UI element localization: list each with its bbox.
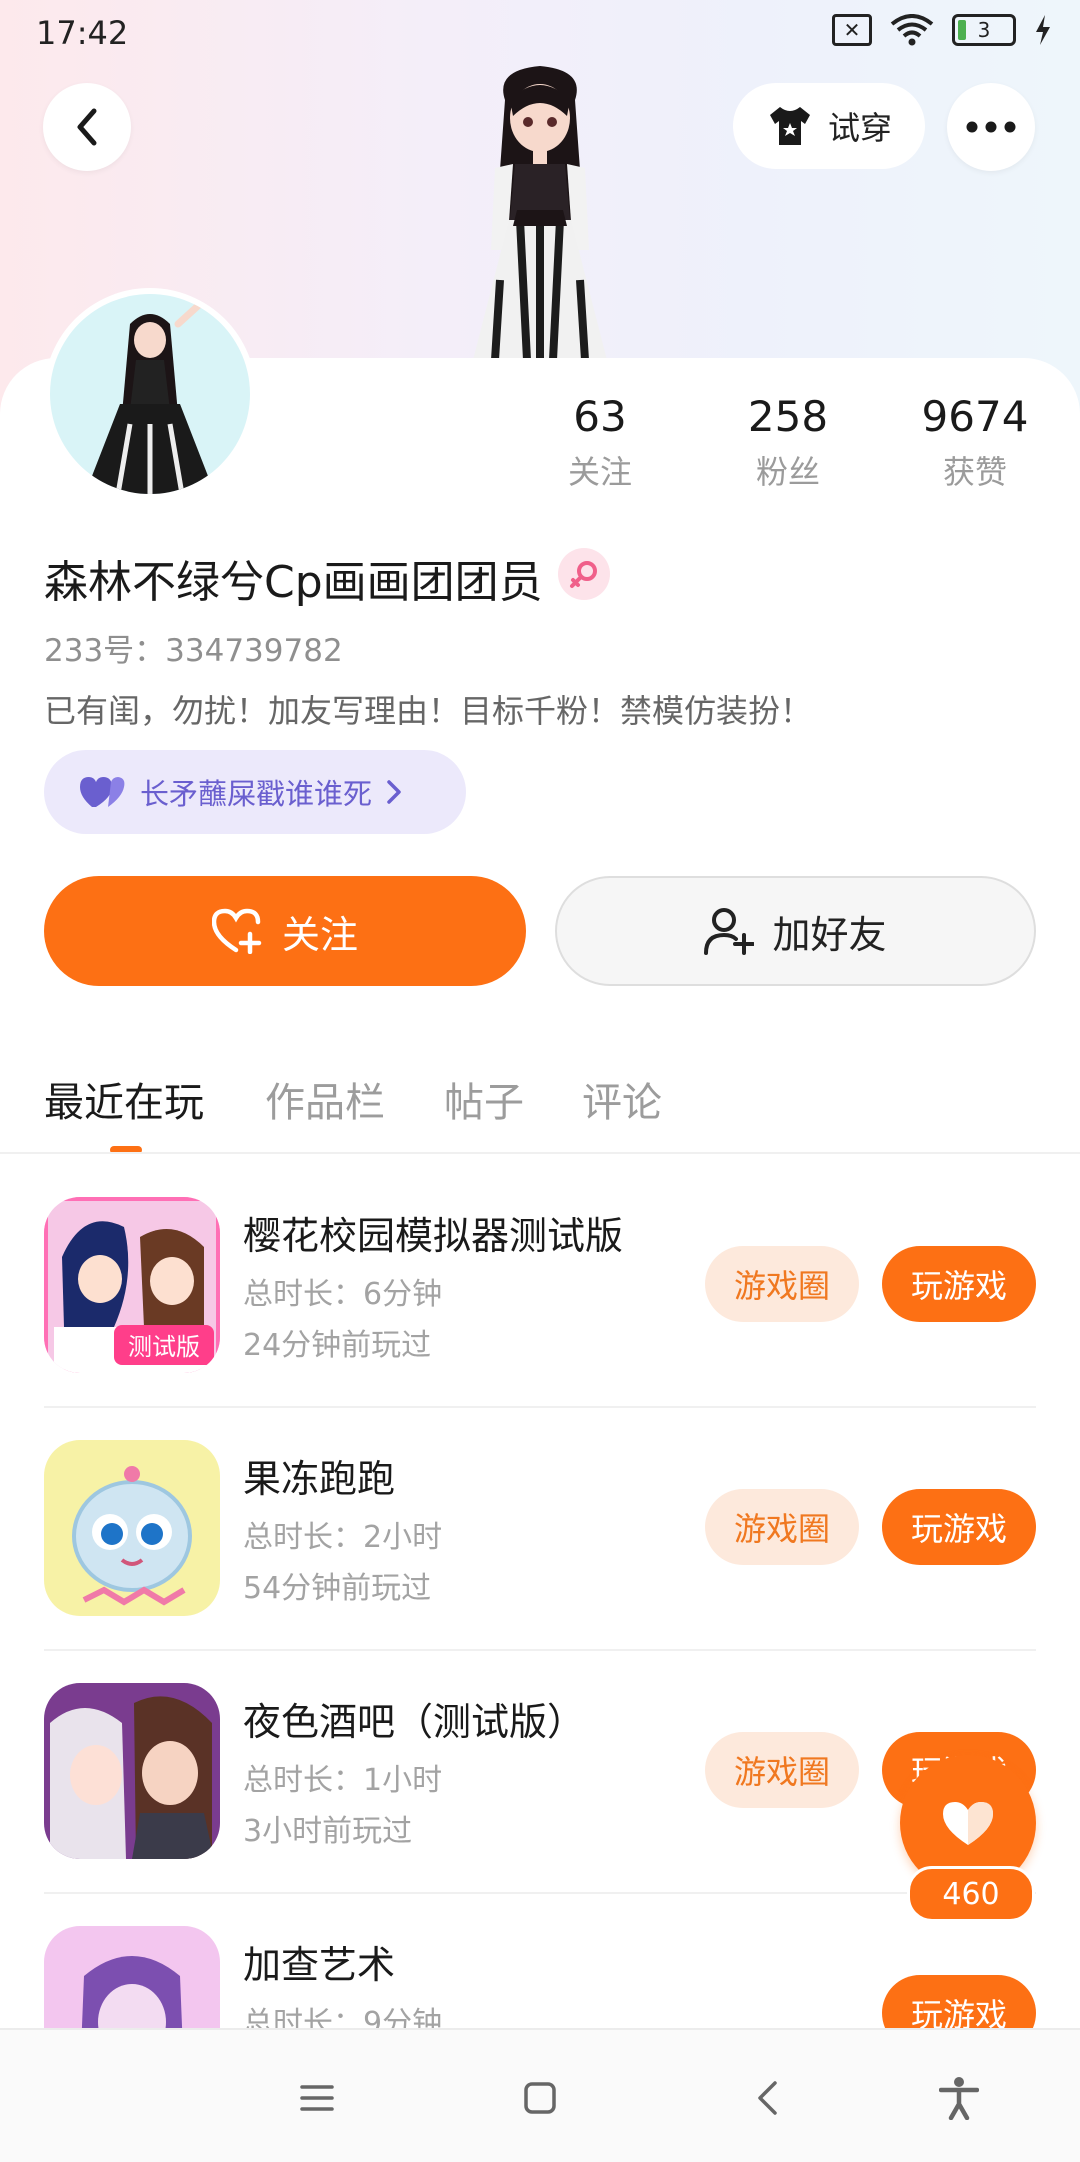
tab-comments[interactable]: 评论 bbox=[582, 1070, 662, 1128]
profile-tabs: 最近在玩 作品栏 帖子 评论 bbox=[0, 1060, 1080, 1154]
stat-likes-value: 9674 bbox=[921, 392, 1029, 441]
stat-fans-label: 粉丝 bbox=[755, 453, 820, 491]
avatar-figure-icon bbox=[85, 300, 215, 494]
stat-following[interactable]: 63 关注 bbox=[510, 392, 690, 493]
game-title: 樱花校园模拟器测试版 bbox=[243, 1214, 624, 1258]
user-id: 233号：334739782 bbox=[44, 633, 343, 669]
stat-following-label: 关注 bbox=[567, 453, 632, 491]
follow-label: 关注 bbox=[281, 912, 358, 957]
game-duration: 总时长：9分钟 bbox=[243, 2006, 443, 2028]
avatar[interactable] bbox=[44, 288, 256, 500]
heart-plus-icon bbox=[211, 908, 262, 954]
triangle-back-icon bbox=[758, 2081, 777, 2115]
status-bar: 17:42 ✕ 3 bbox=[0, 0, 1080, 66]
back-button[interactable] bbox=[43, 83, 131, 171]
tab-works[interactable]: 作品栏 bbox=[265, 1070, 385, 1128]
game-duration: 总时长：1小时 bbox=[243, 1763, 443, 1798]
game-icon-gacha-art bbox=[44, 1926, 220, 2028]
home-square-icon bbox=[524, 2082, 556, 2114]
avatar-3d-figure bbox=[473, 66, 607, 360]
game-last-played: 3小时前玩过 bbox=[243, 1814, 413, 1849]
sim-off-icon: ✕ bbox=[832, 14, 872, 46]
game-title: 夜色酒吧（测试版） bbox=[243, 1700, 586, 1744]
stat-fans-value: 258 bbox=[747, 392, 829, 441]
play-game-button[interactable]: 玩游戏 bbox=[882, 1489, 1036, 1565]
status-time: 17:42 bbox=[36, 14, 129, 52]
back-nav-button[interactable] bbox=[737, 2068, 797, 2128]
game-icon-jelly bbox=[44, 1440, 220, 1616]
game-circle-button[interactable]: 游戏圈 bbox=[705, 1246, 859, 1322]
menu-icon bbox=[300, 2085, 334, 2111]
game-icon-sakura: 测试版 bbox=[44, 1197, 220, 1373]
username: 森林不绿兮Cp画画团团员 bbox=[44, 557, 543, 608]
status-icons: ✕ 3 bbox=[832, 14, 1052, 46]
battery-icon: 3 bbox=[952, 14, 1016, 46]
menu-nav-button[interactable] bbox=[287, 2068, 347, 2128]
relation-badge[interactable]: 长矛蘸屎戳谁谁死 bbox=[44, 750, 466, 834]
charging-icon bbox=[1036, 15, 1050, 45]
add-friend-label: 加好友 bbox=[772, 912, 887, 957]
stat-following-value: 63 bbox=[573, 392, 627, 441]
tshirt-icon bbox=[769, 107, 810, 145]
female-gender-icon bbox=[558, 548, 610, 600]
play-game-button[interactable]: 玩游戏 bbox=[882, 1246, 1036, 1322]
stat-fans[interactable]: 258 粉丝 bbox=[698, 392, 878, 493]
like-count: 460 bbox=[907, 1866, 1035, 1922]
game-last-played: 54分钟前玩过 bbox=[243, 1571, 432, 1606]
battery-level: 3 bbox=[977, 18, 991, 42]
bio: 已有闺，勿扰！加友写理由！目标千粉！禁模仿装扮！ bbox=[44, 692, 813, 730]
chevron-right-icon bbox=[387, 780, 401, 804]
try-on-button[interactable]: 试穿 bbox=[733, 83, 925, 169]
game-last-played: 24分钟前玩过 bbox=[243, 1328, 432, 1363]
follow-button[interactable]: 关注 bbox=[44, 876, 526, 986]
more-button[interactable] bbox=[947, 83, 1035, 171]
game-duration: 总时长：2小时 bbox=[243, 1520, 443, 1555]
tab-posts[interactable]: 帖子 bbox=[444, 1070, 524, 1128]
game-title: 果冻跑跑 bbox=[243, 1457, 396, 1501]
stat-likes-label: 获赞 bbox=[942, 453, 1007, 491]
accessibility-nav-button[interactable] bbox=[929, 2068, 989, 2128]
add-friend-button[interactable]: 加好友 bbox=[555, 876, 1036, 986]
stat-likes[interactable]: 9674 获赞 bbox=[885, 392, 1065, 493]
accessibility-icon bbox=[939, 2077, 979, 2120]
home-nav-button[interactable] bbox=[510, 2068, 570, 2128]
list-item[interactable]: 测试版 樱花校园模拟器测试版 总时长：6分钟 24分钟前玩过 游戏圈 玩游戏 bbox=[0, 1165, 1080, 1408]
tab-recent-games[interactable]: 最近在玩 bbox=[44, 1070, 204, 1128]
double-heart-icon bbox=[80, 777, 125, 807]
game-circle-button[interactable]: 游戏圈 bbox=[705, 1732, 859, 1808]
play-game-button[interactable]: 玩游戏 bbox=[882, 1975, 1036, 2028]
game-icon-night-bar bbox=[44, 1683, 220, 1859]
game-duration: 总时长：6分钟 bbox=[243, 1277, 443, 1312]
chevron-left-icon bbox=[77, 108, 97, 146]
more-dots-icon bbox=[966, 121, 1016, 133]
list-item[interactable]: 果冻跑跑 总时长：2小时 54分钟前玩过 游戏圈 玩游戏 bbox=[0, 1408, 1080, 1651]
relation-label: 长矛蘸屎戳谁谁死 bbox=[140, 777, 373, 811]
game-title: 加查艺术 bbox=[243, 1943, 396, 1987]
try-on-label: 试穿 bbox=[827, 109, 892, 147]
add-user-icon bbox=[704, 908, 755, 955]
heart-icon bbox=[943, 1802, 993, 1845]
tabs-divider bbox=[0, 1152, 1080, 1154]
game-circle-button[interactable]: 游戏圈 bbox=[705, 1489, 859, 1565]
wifi-icon bbox=[890, 14, 934, 46]
system-nav-bar bbox=[0, 2028, 1080, 2162]
game-icon-badge: 测试版 bbox=[128, 1333, 200, 1361]
